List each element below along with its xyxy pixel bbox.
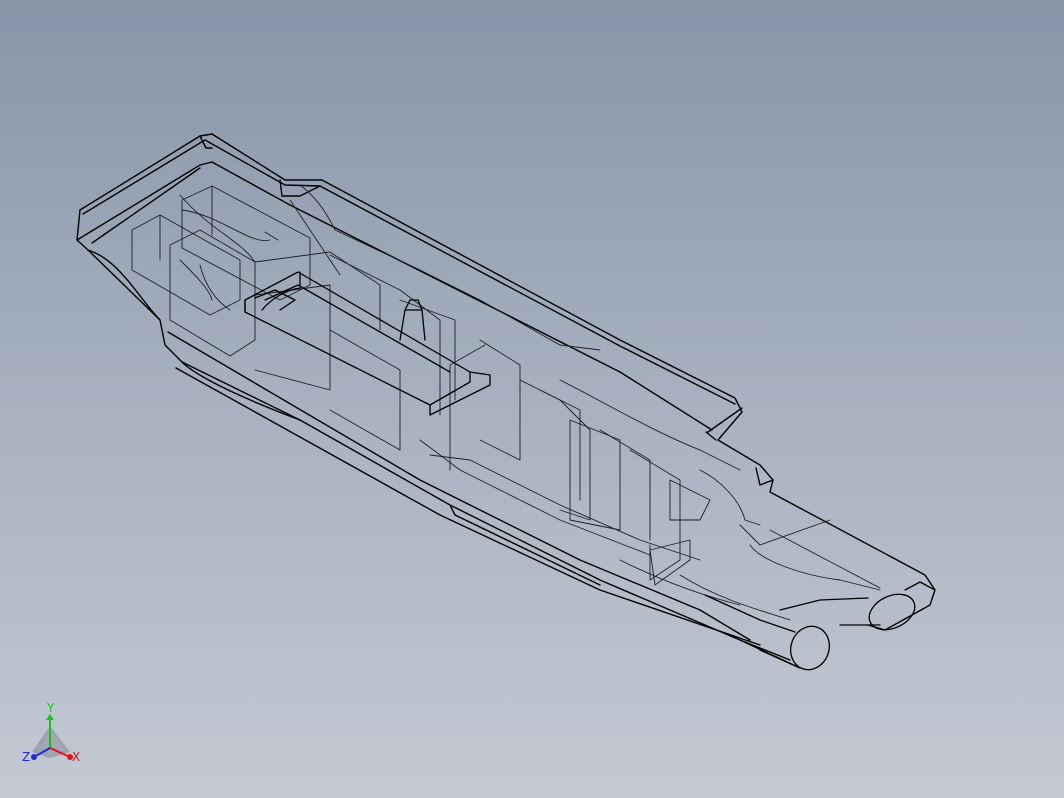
orientation-triad[interactable]: Y X Z [14, 700, 94, 776]
internal-rib-edges [131, 184, 881, 621]
triad-z-arrow [31, 754, 37, 760]
graphics-viewport[interactable]: Y X Z [0, 0, 1064, 798]
triad-x-label: X [72, 750, 80, 764]
wireframe-part-model[interactable] [0, 0, 1064, 798]
tube-end-edges [704, 581, 936, 671]
clip-boss-edges [244, 271, 491, 416]
outer-shell-edges [76, 133, 936, 669]
triad-y-label: Y [46, 701, 55, 715]
triad-z-label: Z [22, 750, 30, 764]
